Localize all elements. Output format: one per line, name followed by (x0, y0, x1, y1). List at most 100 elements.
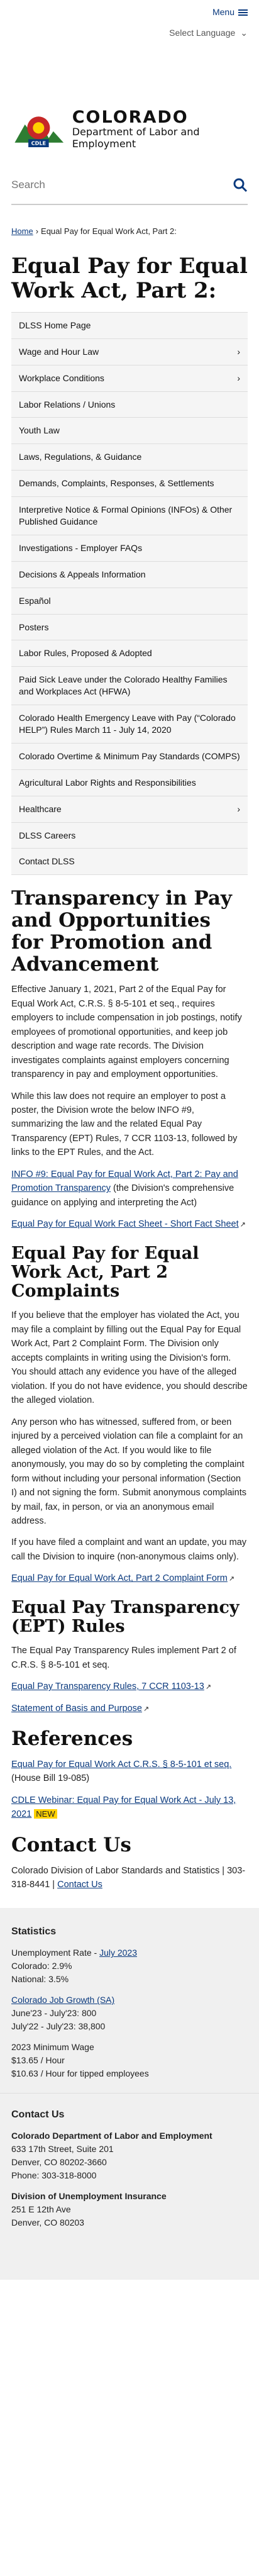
rules-heading: Equal Pay Transparency (EPT) Rules (11, 1597, 240, 1637)
sidebar-item-label: Colorado Overtime & Minimum Pay Standard… (19, 750, 240, 761)
language-label: Select Language (169, 28, 236, 38)
basis-purpose-link[interactable]: Statement of Basis and Purpose (11, 1703, 142, 1714)
sidebar-item[interactable]: Paid Sick Leave under the Colorado Healt… (11, 667, 248, 706)
breadcrumb: Home › Equal Pay for Equal Work Act, Part … (0, 205, 259, 254)
sidebar-item[interactable]: Youth Law (11, 418, 248, 445)
footer-org-2: Division of Unemployment Insurance (11, 2191, 167, 2202)
footer-phone-1: Phone: 303-318-8000 (11, 2170, 97, 2181)
external-link-icon: ↗ (228, 1575, 235, 1583)
statistics-section: Statistics Unemployment Rate - July 2023… (0, 1908, 259, 2094)
footer-contact-heading: Contact Us (11, 2109, 65, 2121)
sidebar-item[interactable]: Español (11, 588, 248, 615)
job-growth-monthly: June'23 - July'23: 800 (11, 2008, 97, 2019)
contact-us-link[interactable]: Contact Us (57, 1880, 102, 1890)
footer-address-1: 633 17th Street, Suite 201 (11, 2144, 114, 2155)
sidebar-item-label: Workplace Conditions (19, 372, 104, 383)
ept-rules-link[interactable]: Equal Pay Transparency Rules, 7 CCR 1103… (11, 1681, 204, 1692)
rules-link-paragraph: Equal Pay Transparency Rules, 7 CCR 1103… (0, 1680, 259, 1693)
min-wage-heading: 2023 Minimum Wage (11, 2042, 94, 2053)
search-icon[interactable] (233, 177, 248, 192)
sidebar-item[interactable]: Posters (11, 614, 248, 641)
sidebar-item-label: Contact DLSS (19, 856, 75, 867)
language-selector[interactable]: Select Language ⌄ (0, 25, 259, 47)
contact-text: Colorado Division of Labor Standards and… (0, 1864, 259, 1892)
reference-act-link[interactable]: Equal Pay for Equal Work Act C.R.S. § 8-… (11, 1759, 231, 1770)
statistics-heading: Statistics (11, 1926, 57, 1938)
fact-sheet-link[interactable]: Equal Pay for Equal Work Fact Sheet - Sh… (11, 1219, 239, 1229)
footer-city-1: Denver, CO 80202-3660 (11, 2157, 107, 2168)
breadcrumb-separator: › (35, 226, 39, 236)
new-badge: NEW (34, 1809, 57, 1819)
footer-address-2: 251 E 12th Ave (11, 2204, 71, 2215)
footer-contact: Contact Us Colorado Department of Labor … (0, 2093, 259, 2280)
complaints-paragraph-2: Any person who has witnessed, suffered f… (11, 1417, 246, 1526)
sidebar-item[interactable]: Workplace Conditions › (11, 365, 248, 392)
chevron-right-icon[interactable]: › (237, 803, 240, 815)
sidebar-item-label: Demands, Complaints, Responses, & Settle… (19, 478, 214, 489)
external-link-icon: ↗ (205, 1683, 212, 1692)
unemployment-month-link[interactable]: July 2023 (99, 1948, 137, 1958)
sidebar-item[interactable]: Labor Rules, Proposed & Adopted (11, 640, 248, 667)
sidebar-item[interactable]: Interpretive Notice & Formal Opinions (I… (11, 497, 248, 535)
top-bar: Menu (0, 0, 259, 25)
external-link-icon: ↗ (240, 1221, 246, 1229)
sidebar-item-label: Labor Rules, Proposed & Adopted (19, 648, 152, 659)
national-rate: National: 3.5% (11, 1974, 69, 1985)
sidebar-item[interactable]: Investigations - Employer FAQs (11, 535, 248, 562)
logo-text: CDLE (31, 140, 46, 146)
fact-sheet-paragraph: Equal Pay for Equal Work Fact Sheet - Sh… (0, 1217, 259, 1231)
breadcrumb-home-link[interactable]: Home (11, 226, 33, 236)
transparency-heading: Transparency in Pay and Opportunities fo… (11, 887, 232, 976)
cdle-logo-icon: CDLE (11, 108, 66, 151)
reference-act-note: (House Bill 19-085) (11, 1773, 90, 1784)
contact-details: Colorado Division of Labor Standards and… (11, 1865, 246, 1890)
sidebar-item[interactable]: Contact DLSS (11, 849, 248, 876)
sidebar-item[interactable]: Colorado Overtime & Minimum Pay Standard… (11, 743, 248, 770)
complaint-form-paragraph: Equal Pay for Equal Work Act, Part 2 Com… (0, 1571, 259, 1585)
menu-button[interactable]: Menu (212, 6, 248, 20)
complaint-form-link[interactable]: Equal Pay for Equal Work Act, Part 2 Com… (11, 1573, 228, 1583)
reference-2: CDLE Webinar: Equal Pay for Equal Work A… (0, 1793, 259, 1822)
sidebar-item-label: Español (19, 595, 51, 606)
menu-label: Menu (212, 7, 234, 18)
sidebar-item[interactable]: Colorado Health Emergency Leave with Pay… (11, 705, 248, 744)
sidebar-item-label: DLSS Careers (19, 830, 76, 840)
site-brand[interactable]: CDLE COLORADO Department of Labor and Em… (0, 47, 259, 186)
transparency-paragraph-1: Effective January 1, 2021, Part 2 of the… (11, 984, 242, 1080)
complaints-heading: Equal Pay for Equal Work Act, Part 2 Com… (11, 1243, 199, 1302)
external-link-icon: ↗ (143, 1705, 150, 1713)
sidebar-item-label: Healthcare (19, 803, 62, 814)
sidebar-item[interactable]: Healthcare › (11, 796, 248, 823)
sidebar-item[interactable]: DLSS Careers (11, 822, 248, 849)
unemployment-rate: Unemployment Rate - July 2023 (11, 1946, 248, 1960)
sidebar-item-label: Agricultural Labor Rights and Responsibi… (19, 777, 196, 788)
contact-heading: Contact Us (11, 1833, 131, 1856)
sidebar-item[interactable]: Decisions & Appeals Information (11, 561, 248, 588)
footer-org-1: Colorado Department of Labor and Employm… (11, 2131, 212, 2141)
sidebar-item[interactable]: DLSS Home Page (11, 312, 248, 339)
sidebar-item-label: Youth Law (19, 425, 60, 436)
complaints-paragraph-3: If you have filed a complaint and want a… (11, 1537, 247, 1562)
sidebar-item[interactable]: Agricultural Labor Rights and Responsibi… (11, 769, 248, 796)
sidebar-item[interactable]: Labor Relations / Unions (11, 391, 248, 418)
chevron-right-icon[interactable]: › (237, 346, 240, 358)
chevron-right-icon[interactable]: › (237, 372, 240, 384)
sidebar-item[interactable]: Demands, Complaints, Responses, & Settle… (11, 471, 248, 498)
breadcrumb-current: Equal Pay for Equal Work Act, Part 2: (41, 226, 177, 236)
sidebar-item-label: Colorado Health Emergency Leave with Pay… (19, 713, 236, 735)
sidebar-item[interactable]: Wage and Hour Law › (11, 338, 248, 365)
search-input[interactable] (11, 178, 200, 191)
chevron-down-icon: ⌄ (240, 28, 248, 38)
complaints-paragraph-1: If you believe that the employer has vio… (11, 1310, 248, 1406)
sidebar-item[interactable]: Laws, Regulations, & Guidance (11, 444, 248, 471)
sidebar-item-label: Posters (19, 622, 49, 632)
basis-link-paragraph: Statement of Basis and Purpose ↗ (0, 1702, 259, 1715)
job-growth-link[interactable]: Colorado Job Growth (SA) (11, 1995, 114, 2005)
transparency-paragraph-2: While this law does not require an emplo… (11, 1091, 238, 1158)
rules-paragraph: The Equal Pay Transparency Rules impleme… (11, 1646, 236, 1670)
dept-name: Department of Labor and Employment (72, 126, 200, 150)
sidebar-item-label: Decisions & Appeals Information (19, 569, 146, 579)
colorado-rate: Colorado: 2.9% (11, 1961, 72, 1971)
unemployment-label: Unemployment Rate - (11, 1948, 100, 1958)
org-name: COLORADO (72, 108, 189, 127)
